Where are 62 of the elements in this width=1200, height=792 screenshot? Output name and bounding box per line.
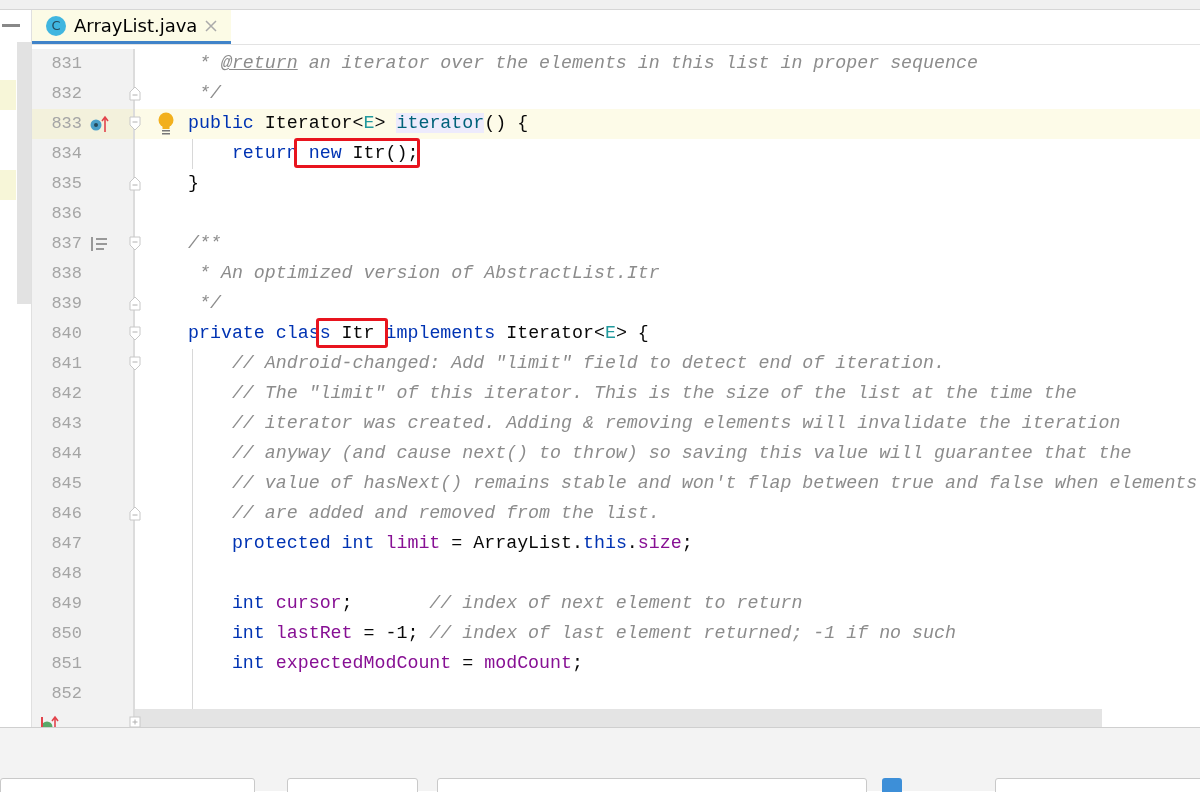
line-number: 844 xyxy=(50,443,82,466)
code-line: */ xyxy=(197,292,221,316)
override-icon[interactable] xyxy=(90,115,110,133)
line-number: 841 xyxy=(50,353,82,376)
line-number: 837 xyxy=(50,233,82,256)
fold-marker-icon[interactable] xyxy=(129,356,141,371)
line-number: 846 xyxy=(50,503,82,526)
code-line: // The "limit" of this iterator. This is the size of the list at the time the xyxy=(230,382,1077,406)
fold-marker-icon[interactable] xyxy=(129,506,141,521)
code-line: } xyxy=(188,172,199,196)
fold-marker-icon[interactable] xyxy=(129,176,141,191)
line-number: 848 xyxy=(50,563,82,586)
line-number: 839 xyxy=(50,293,82,316)
code-line: // value of hasNext() remains stable and won't flap between true and false when elements xyxy=(230,472,1198,496)
lightbulb-icon[interactable] xyxy=(156,112,175,136)
file-tab[interactable]: C ArrayList.java xyxy=(32,10,232,44)
code-line: // iterator was created. Adding & removing elements will invalidate the iteration xyxy=(230,412,1121,436)
code-line: * @return an iterator over the elements in this list in proper sequence xyxy=(197,52,978,76)
code-line: // Android-changed: Add "limit" field to detect end of iteration. xyxy=(230,352,945,376)
change-marker xyxy=(0,80,16,110)
code-line: /** xyxy=(188,232,221,256)
change-marker xyxy=(0,170,16,200)
line-number: 840 xyxy=(50,323,82,346)
fold-marker-icon[interactable] xyxy=(129,116,141,131)
code-line: */ xyxy=(197,82,221,106)
input-field[interactable] xyxy=(437,778,867,792)
fold-marker-icon[interactable] xyxy=(129,326,141,341)
line-number: 833 xyxy=(50,113,82,136)
class-icon: C xyxy=(46,15,66,36)
code-line: public Iterator<E> iterator() { xyxy=(188,112,529,136)
checkbox[interactable] xyxy=(882,778,902,792)
expand-icon[interactable] xyxy=(129,716,141,728)
code-line: int lastRet = -1; // index of last element returned; -1 if no such xyxy=(230,622,956,646)
line-number: 851 xyxy=(50,653,82,676)
code-line: int expectedModCount = modCount; xyxy=(230,652,583,676)
line-number: 835 xyxy=(50,173,82,196)
code-line: int cursor; // index of next element to return xyxy=(230,592,803,616)
line-number: 847 xyxy=(50,533,82,556)
line-number: 836 xyxy=(50,203,82,226)
line-number: 850 xyxy=(50,623,82,646)
fold-marker-icon[interactable] xyxy=(129,86,141,101)
code-line: protected int limit = ArrayList.this.size; xyxy=(230,532,693,556)
code-line: // anyway (and cause next() to throw) so saving this value will guarantee that the xyxy=(230,442,1132,466)
input-field[interactable] xyxy=(287,778,418,792)
minimize-icon[interactable] xyxy=(2,24,20,28)
line-number: 838 xyxy=(50,263,82,286)
input-field[interactable] xyxy=(0,778,255,792)
line-number: 843 xyxy=(50,413,82,436)
line-number: 832 xyxy=(50,83,82,106)
line-number: 849 xyxy=(50,593,82,616)
close-icon[interactable] xyxy=(205,19,218,32)
code-line: * An optimized version of AbstractList.Itr xyxy=(197,262,660,286)
fold-marker-icon[interactable] xyxy=(129,236,141,251)
line-number: 852 xyxy=(50,683,82,706)
line-number: 834 xyxy=(50,143,82,166)
line-number: 831 xyxy=(50,53,82,76)
rendered-doc-icon[interactable] xyxy=(90,236,108,252)
line-number: 845 xyxy=(50,473,82,496)
fold-marker-icon[interactable] xyxy=(129,296,141,311)
code-line: // are added and removed from the list. xyxy=(230,502,660,526)
line-number: 842 xyxy=(50,383,82,406)
scrollbar-thumb[interactable] xyxy=(17,42,31,304)
